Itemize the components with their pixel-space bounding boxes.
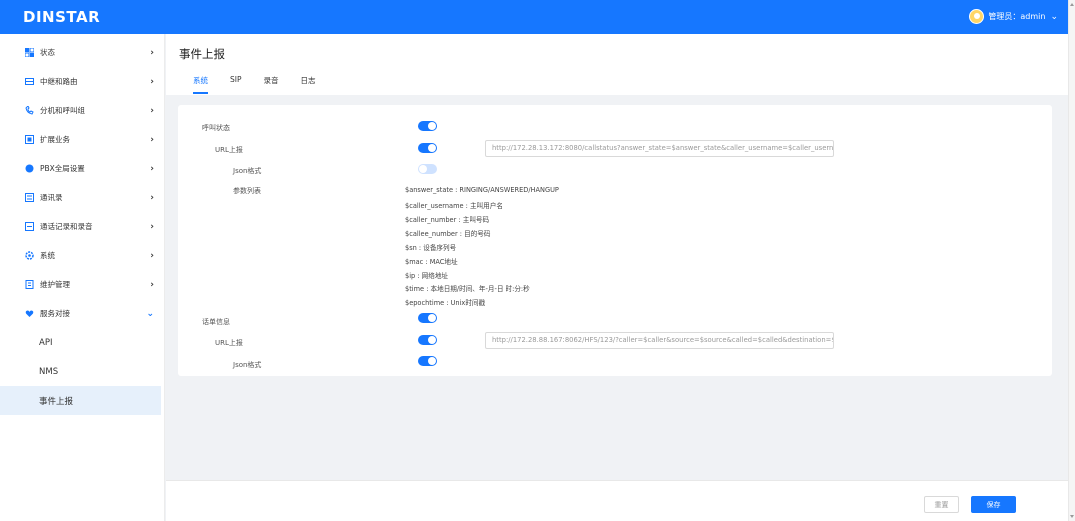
dinstar-logo: DINSTAR <box>23 8 101 26</box>
action-footer: 重置 保存 <box>166 480 1068 521</box>
sidebar: 状态 › 中继和路由 › 分机和呼叫组 › 扩展业务 › PBX全局设置 › 通… <box>0 34 165 521</box>
cdr-url-label: URL上报 <box>215 339 243 347</box>
sidebar-item-extended-services[interactable]: 扩展业务 › <box>0 125 164 154</box>
chevron-right-icon: › <box>150 47 154 58</box>
param-item: $caller_number : 主叫号码 <box>405 216 490 224</box>
cdr-url-toggle[interactable] <box>418 335 437 345</box>
sidebar-item-service-integration[interactable]: 服务对接 ⌄ <box>0 299 164 328</box>
chevron-right-icon: › <box>150 250 154 261</box>
user-menu[interactable]: 管理员：admin ⌄ <box>969 9 1058 24</box>
sidebar-item-label: 扩展业务 <box>40 135 70 144</box>
chevron-right-icon: › <box>150 192 154 203</box>
main-content: 事件上报 系统 SIP 录音 日志 呼叫状态 URL上报 http://172.… <box>166 34 1068 521</box>
maintenance-icon <box>24 280 34 290</box>
param-item: $answer_state : RINGING/ANSWERED/HANGUP <box>405 186 559 194</box>
sidebar-item-label: 系统 <box>40 251 55 260</box>
url-report-input[interactable]: http://172.28.13.172:8080/callstatus?ans… <box>485 140 834 157</box>
avatar-icon <box>969 9 985 24</box>
sidebar-subitem-nms[interactable]: NMS <box>0 357 164 386</box>
trunk-icon <box>24 77 34 87</box>
param-list-label: 参数列表 <box>233 187 261 195</box>
call-status-label: 呼叫状态 <box>202 124 230 132</box>
tab-log[interactable]: 日志 <box>301 75 316 94</box>
url-report-toggle[interactable] <box>418 143 437 153</box>
sidebar-item-label: PBX全局设置 <box>40 164 85 173</box>
sidebar-item-label: 服务对接 <box>40 309 70 318</box>
param-item: $sn : 设备序列号 <box>405 244 457 252</box>
extension-icon <box>24 106 34 116</box>
extension-service-icon <box>24 135 34 145</box>
call-status-toggle[interactable] <box>418 121 437 131</box>
records-icon <box>24 222 34 232</box>
chevron-down-icon: ⌄ <box>146 308 154 319</box>
page-title: 事件上报 <box>179 47 225 61</box>
sidebar-item-label: 通话记录和录音 <box>40 222 93 231</box>
page-header: 事件上报 系统 SIP 录音 日志 <box>166 34 1068 95</box>
globe-icon <box>24 164 34 174</box>
url-report-label: URL上报 <box>215 146 243 154</box>
param-item: $ip : 网络地址 <box>405 272 449 280</box>
chevron-right-icon: › <box>150 76 154 87</box>
tab-bar: 系统 SIP 录音 日志 <box>179 75 1068 94</box>
sidebar-item-status[interactable]: 状态 › <box>0 38 164 67</box>
top-bar: DINSTAR 管理员：admin ⌄ <box>0 0 1068 34</box>
sidebar-item-label: 状态 <box>40 48 55 57</box>
sidebar-item-extensions[interactable]: 分机和呼叫组 › <box>0 96 164 125</box>
dashboard-icon <box>24 48 34 58</box>
reset-button[interactable]: 重置 <box>924 496 959 513</box>
sidebar-item-trunk-routing[interactable]: 中继和路由 › <box>0 67 164 96</box>
param-item: $callee_number : 目的号码 <box>405 230 491 238</box>
sidebar-subitem-api[interactable]: API <box>0 328 164 357</box>
chevron-right-icon: › <box>150 134 154 145</box>
sidebar-item-pbx-settings[interactable]: PBX全局设置 › <box>0 154 164 183</box>
json-format-label: Json格式 <box>233 167 262 175</box>
chevron-right-icon: › <box>150 221 154 232</box>
sidebar-item-call-records[interactable]: 通话记录和录音 › <box>0 212 164 241</box>
chevron-right-icon: › <box>150 279 154 290</box>
heart-icon <box>24 309 34 319</box>
tab-recording[interactable]: 录音 <box>264 75 279 94</box>
sidebar-item-maintenance[interactable]: 维护管理 › <box>0 270 164 299</box>
sidebar-subitem-event-report[interactable]: 事件上报 <box>0 386 161 415</box>
contacts-icon <box>24 193 34 203</box>
settings-card: 呼叫状态 URL上报 http://172.28.13.172:8080/cal… <box>178 105 1052 376</box>
sidebar-item-contacts[interactable]: 通讯录 › <box>0 183 164 212</box>
chevron-down-icon: ⌄ <box>1050 11 1058 22</box>
cdr-json-label: Json格式 <box>233 361 262 369</box>
scroll-down-icon[interactable] <box>1070 515 1074 518</box>
param-item: $caller_username : 主叫用户名 <box>405 202 503 210</box>
scroll-up-icon[interactable] <box>1070 3 1074 6</box>
cdr-label: 话单信息 <box>202 318 230 326</box>
sidebar-item-system[interactable]: 系统 › <box>0 241 164 270</box>
user-label: 管理员：admin <box>988 12 1046 21</box>
tab-system[interactable]: 系统 <box>193 75 208 94</box>
page-scrollbar[interactable] <box>1068 0 1075 521</box>
cdr-toggle[interactable] <box>418 313 437 323</box>
param-item: $epochtime : Unix时间戳 <box>405 299 486 307</box>
save-button[interactable]: 保存 <box>971 496 1016 513</box>
chevron-right-icon: › <box>150 163 154 174</box>
sidebar-item-label: 中继和路由 <box>40 77 78 86</box>
param-item: $mac : MAC地址 <box>405 258 458 266</box>
tab-sip[interactable]: SIP <box>230 75 242 94</box>
chevron-right-icon: › <box>150 105 154 116</box>
cdr-url-input[interactable]: http://172.28.88.167:8062/HFS/123/?calle… <box>485 332 834 349</box>
sidebar-item-label: 维护管理 <box>40 280 70 289</box>
sidebar-item-label: 分机和呼叫组 <box>40 106 85 115</box>
sidebar-item-label: 通讯录 <box>40 193 63 202</box>
json-format-toggle[interactable] <box>418 164 437 174</box>
gear-icon <box>24 251 34 261</box>
param-item: $time : 本地日期/时间、年-月-日 时:分:秒 <box>405 285 530 293</box>
cdr-json-toggle[interactable] <box>418 356 437 366</box>
